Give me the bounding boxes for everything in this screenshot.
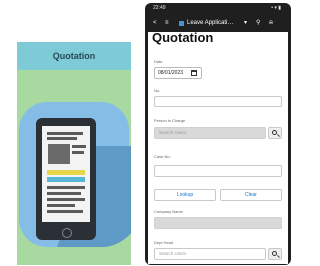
date-field[interactable]: 08/01/2023 [154,67,202,79]
status-bar: 22:49 • ▾ ▮ [145,3,291,14]
status-icons: • ▾ ▮ [271,5,281,11]
case-no-field[interactable] [154,165,282,177]
dept-head-label: Dept Head [154,240,174,245]
person-in-charge-label: Person in Charge [154,118,186,123]
doc-line [47,204,75,207]
lookup-button[interactable]: Lookup [154,189,216,201]
tablet-home-button [62,228,72,238]
bell-icon[interactable]: ⍾ [269,15,273,32]
app-title[interactable]: Leave Applicati… [187,15,233,32]
app-logo-icon [179,21,184,26]
no-label: No. [154,88,161,93]
doc-image-block [48,144,70,164]
menu-icon[interactable]: ≡ [165,15,169,32]
doc-line [47,186,85,189]
person-in-charge-placeholder: Search Users [159,130,187,135]
person-search-button[interactable] [268,127,282,139]
person-in-charge-input[interactable]: Search Users [154,127,266,139]
no-field[interactable] [154,96,282,107]
back-icon[interactable]: < [153,15,157,32]
date-label: Date [154,59,163,64]
chevron-down-icon[interactable]: ▾ [244,15,247,32]
doc-line [72,151,84,154]
search-icon[interactable]: ⚲ [256,15,260,32]
dept-head-placeholder: Search Users [159,251,187,256]
doc-highlight-yellow [47,170,85,175]
calendar-icon[interactable] [191,70,197,76]
doc-highlight-blue [47,177,85,182]
tile-title: Quotation [17,42,131,70]
form-screen: Quotation Date 08/01/2023 No. Person in … [148,32,288,264]
doc-line [47,198,85,201]
doc-line [47,192,81,195]
company-name-field[interactable] [154,217,282,229]
doc-line [47,137,77,140]
company-name-label: Company Name [154,209,183,214]
phone-screenshot: 22:49 • ▾ ▮ < ≡ Leave Applicati… ▾ ⚲ ⍾ Q… [145,3,291,265]
app-bar: < ≡ Leave Applicati… ▾ ⚲ ⍾ [145,15,291,32]
doc-line [47,132,83,135]
doc-line [47,210,83,213]
dept-head-search-button[interactable] [268,248,282,260]
status-time: 22:49 [153,5,166,11]
date-value: 08/01/2023 [158,70,184,76]
tablet-icon [36,118,96,240]
page-title: Quotation [152,32,214,45]
case-no-label: Case No. [154,154,171,159]
document-graphic [42,126,90,222]
clear-button[interactable]: Clear [220,189,282,201]
doc-line [72,145,86,148]
app-tile-quotation[interactable]: Quotation [17,42,131,265]
dept-head-input[interactable]: Search Users [154,248,266,260]
